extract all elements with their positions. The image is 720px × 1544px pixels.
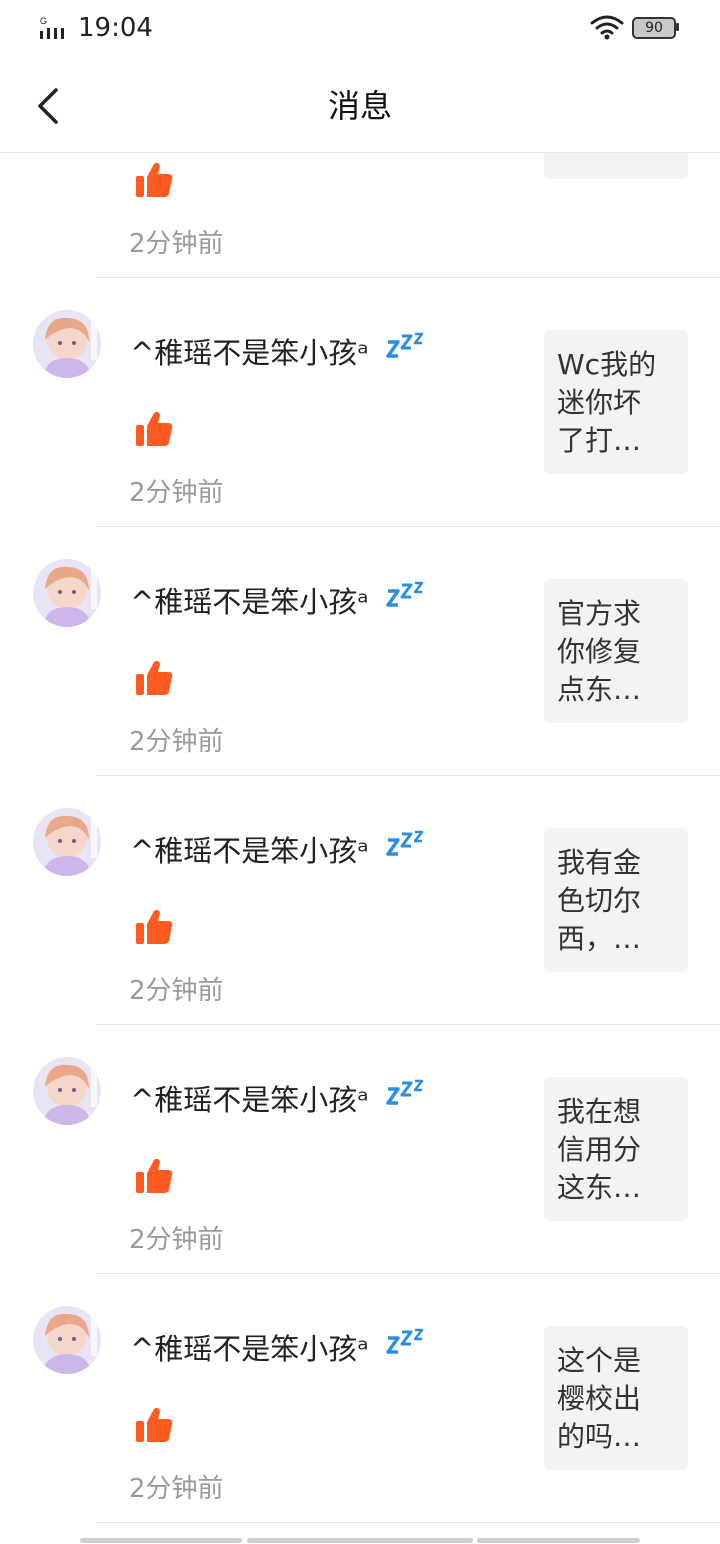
thumbs-up-icon bbox=[134, 908, 174, 946]
battery-level: 90 bbox=[632, 17, 676, 39]
thumbs-up-icon bbox=[134, 161, 174, 199]
wifi-icon bbox=[590, 15, 624, 40]
message-preview[interactable]: 我在想信用分这东… bbox=[544, 1077, 688, 1221]
nav-bar: 消息 bbox=[0, 60, 720, 153]
preview-line: 点东… bbox=[557, 673, 642, 706]
message-preview[interactable]: Wc我的迷你坏了打… bbox=[544, 330, 688, 474]
message-item[interactable]: ^稚瑶不是笨小孩ᵃ 2分钟前 我在想信用分这东… bbox=[0, 1025, 720, 1274]
username[interactable]: ^稚瑶不是笨小孩ᵃ bbox=[130, 579, 369, 621]
zzz-icon bbox=[386, 1075, 426, 1107]
page-title: 消息 bbox=[327, 87, 392, 125]
preview-line: 迷你坏 bbox=[557, 386, 642, 419]
divider bbox=[96, 1522, 720, 1523]
preview-line: 这东… bbox=[557, 1171, 642, 1204]
preview-line: 色切尔 bbox=[557, 884, 642, 917]
scroll-indicator bbox=[477, 1538, 640, 1543]
preview-line: 西，… bbox=[557, 922, 642, 955]
zzz-icon bbox=[386, 826, 426, 858]
avatar[interactable] bbox=[33, 559, 101, 627]
timestamp: 2分钟前 bbox=[129, 976, 224, 1006]
message-preview[interactable]: 我有金色切尔西，… bbox=[544, 828, 688, 972]
zzz-icon bbox=[386, 1324, 426, 1356]
message-preview[interactable]: 这个是樱校出的吗… bbox=[544, 1326, 688, 1470]
message-preview[interactable]: 我的迷你世… bbox=[544, 153, 688, 179]
thumbs-up-icon bbox=[134, 1157, 174, 1195]
message-item[interactable]: ^稚瑶不是笨小孩ᵃ 2分钟前 官方求你修复点东… bbox=[0, 527, 720, 776]
preview-line: 我在想 bbox=[557, 1095, 642, 1128]
scroll-indicator bbox=[80, 1538, 242, 1543]
preview-line: 我有金 bbox=[557, 846, 642, 879]
avatar[interactable] bbox=[33, 808, 101, 876]
status-bar: G 19:04 90 bbox=[0, 0, 720, 60]
username[interactable]: ^稚瑶不是笨小孩ᵃ bbox=[130, 828, 369, 870]
thumbs-up-icon bbox=[134, 659, 174, 697]
message-item[interactable]: ^稚瑶不是笨小孩ᵃ 2分钟前 我有金色切尔西，… bbox=[0, 776, 720, 1025]
avatar[interactable] bbox=[33, 310, 101, 378]
chevron-left-icon bbox=[38, 88, 58, 124]
timestamp: 2分钟前 bbox=[129, 727, 224, 757]
timestamp: 2分钟前 bbox=[129, 1225, 224, 1255]
timestamp: 2分钟前 bbox=[129, 478, 224, 508]
back-button[interactable] bbox=[28, 82, 72, 130]
status-time: 19:04 bbox=[78, 13, 153, 43]
zzz-icon bbox=[386, 328, 426, 360]
zzz-icon bbox=[386, 577, 426, 609]
message-item[interactable]: ^稚瑶不是笨小孩ᵃ 2分钟前 这个是樱校出的吗… bbox=[0, 1274, 720, 1523]
message-list[interactable]: 2分钟前 我的迷你世… ^稚瑶不是笨小孩ᵃ 2分钟前 Wc我的迷你坏了打… ^稚瑶不… bbox=[0, 153, 720, 1544]
battery-icon: 90 bbox=[632, 17, 679, 39]
preview-line: 信用分 bbox=[557, 1133, 642, 1166]
scroll-indicator bbox=[247, 1538, 473, 1543]
avatar[interactable] bbox=[33, 1057, 101, 1125]
username[interactable]: ^稚瑶不是笨小孩ᵃ bbox=[130, 1326, 369, 1368]
message-item[interactable]: ^稚瑶不是笨小孩ᵃ 2分钟前 Wc我的迷你坏了打… bbox=[0, 278, 720, 527]
thumbs-up-icon bbox=[134, 410, 174, 448]
preview-line: 这个是 bbox=[557, 1344, 642, 1377]
preview-line: 了打… bbox=[557, 424, 642, 457]
username[interactable]: ^稚瑶不是笨小孩ᵃ bbox=[130, 330, 369, 372]
thumbs-up-icon bbox=[134, 1406, 174, 1444]
username[interactable]: ^稚瑶不是笨小孩ᵃ bbox=[130, 1077, 369, 1119]
preview-line: 的吗… bbox=[557, 1420, 642, 1453]
timestamp: 2分钟前 bbox=[129, 229, 224, 259]
preview-line: 官方求 bbox=[557, 597, 642, 630]
avatar[interactable] bbox=[33, 1306, 101, 1374]
preview-line: 樱校出 bbox=[557, 1382, 642, 1415]
network-type: G bbox=[40, 16, 47, 26]
preview-line: Wc我的 bbox=[557, 348, 657, 381]
message-preview[interactable]: 官方求你修复点东… bbox=[544, 579, 688, 723]
signal-icon: G bbox=[40, 16, 64, 39]
timestamp: 2分钟前 bbox=[129, 1474, 224, 1504]
preview-line: 你修复 bbox=[557, 635, 642, 668]
message-item[interactable]: 2分钟前 我的迷你世… bbox=[0, 153, 720, 278]
